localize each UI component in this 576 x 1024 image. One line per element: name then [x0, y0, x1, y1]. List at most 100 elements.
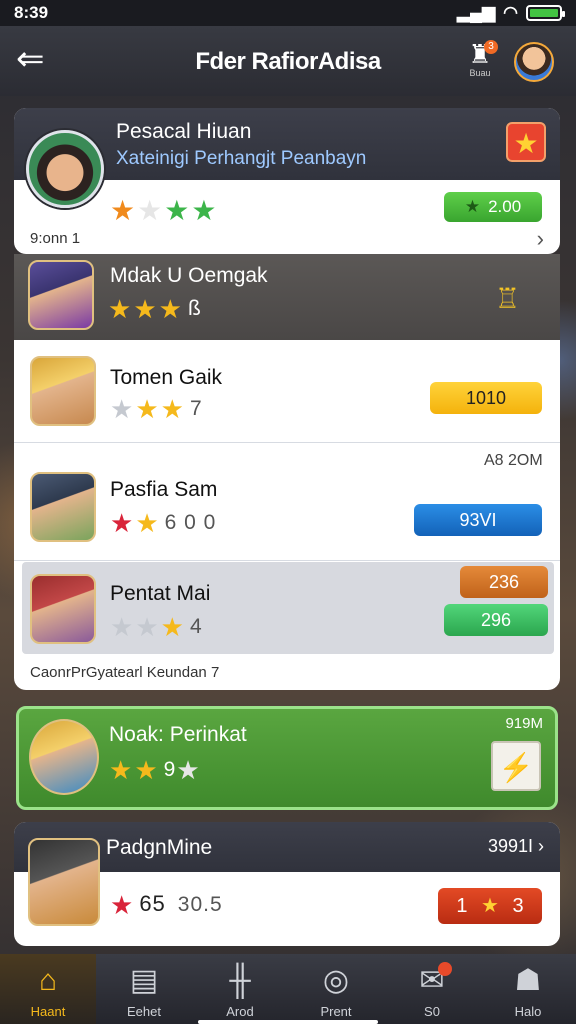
player-avatar: [28, 260, 94, 330]
score-pill[interactable]: 1010: [430, 382, 542, 414]
star-icon: ★: [164, 195, 192, 226]
star-icon: ★: [110, 195, 138, 226]
favorite-star-button[interactable]: ★: [506, 122, 546, 162]
score-pill[interactable]: 1 ★ 3: [438, 888, 542, 924]
player-name: Mdak U Oemgak: [110, 264, 268, 287]
nav-target[interactable]: ◎ Prent: [288, 954, 384, 1024]
star-icon: ★: [481, 895, 499, 917]
lightning-icon[interactable]: ⚡: [491, 741, 541, 791]
rating-number: ß: [187, 297, 202, 320]
star-icon: ★: [133, 294, 159, 324]
list-item-highlighted[interactable]: Pentat Mai ★★★ 4 236 296: [22, 562, 554, 654]
star-icon: ★: [160, 612, 186, 642]
chevron-right-icon[interactable]: ›: [538, 836, 544, 856]
list-item[interactable]: Mdak U Oemgak ★★★ ß ♖: [14, 254, 560, 340]
profile-value-pill[interactable]: ★ 2.00: [444, 192, 542, 222]
player-avatar: [29, 719, 99, 795]
player-rating-stars: ★★ 9★: [109, 755, 202, 786]
star-icon: ★: [110, 612, 136, 642]
user-avatar[interactable]: [514, 42, 554, 82]
star-icon: ★: [135, 508, 161, 538]
notification-badge: 3: [484, 40, 498, 54]
corner-value: 919M: [505, 715, 543, 732]
list-item[interactable]: Tomen Gaik ★★★ 7 1010: [14, 340, 560, 444]
status-bar: 8:39 ▂▄▆ ◠: [0, 0, 576, 26]
star-icon: ★: [158, 294, 184, 324]
status-icons: ▂▄▆ ◠: [456, 3, 565, 23]
star-icon: ★: [191, 195, 219, 226]
nav-shop[interactable]: ▤ Eehet: [96, 954, 192, 1024]
profile-value: 2.00: [488, 197, 522, 216]
nav-home[interactable]: ⌂ Haant: [0, 954, 96, 1024]
profile-card[interactable]: Pesacal Hiuan Xateinigi Perhangjt Peanba…: [14, 108, 560, 254]
chat-icon: ✉: [419, 964, 445, 997]
score-b: 30.5: [177, 893, 223, 916]
nav-profile[interactable]: ☗ Halo: [480, 954, 576, 1024]
pill-left-value: 1: [456, 895, 468, 917]
player-name: Tomen Gaik: [110, 366, 223, 389]
top-header: ⇐ Fder RafiorAdisa ♜ 3 Buau: [0, 26, 576, 96]
star-icon: ★: [108, 294, 134, 324]
star-icon: ★: [135, 394, 161, 424]
home-indicator: [198, 1020, 378, 1024]
selected-player-card[interactable]: Noak: Perinkat ★★ 9★ 919M ⚡: [16, 706, 558, 810]
player-rating-stars: ★★★ 7: [110, 394, 203, 425]
star-icon: ★: [135, 612, 161, 642]
notification-button[interactable]: ♜ 3 Buau: [460, 40, 500, 84]
star-icon: ★: [109, 755, 135, 785]
chevron-right-icon[interactable]: ›: [537, 226, 544, 252]
corner-number: 3991I: [487, 836, 533, 856]
profile-rating-stars: ★★★★: [110, 194, 218, 227]
star-icon: ★: [176, 755, 202, 785]
score-pill[interactable]: 296: [444, 604, 548, 636]
player-avatar: [28, 838, 100, 926]
status-time: 8:39: [14, 3, 49, 22]
player-card[interactable]: PadgnMine 3991I › ★ 65 30.5 1 ★ 3: [14, 822, 560, 946]
player-avatar: [30, 472, 96, 542]
user-icon: ☗: [514, 964, 542, 997]
player-list-card: Tomen Gaik ★★★ 7 1010 A8 2OM Pasfia Sam ★…: [14, 340, 560, 690]
star-icon: ★: [134, 755, 160, 785]
target-icon: ◎: [322, 964, 350, 997]
battery-icon: [526, 5, 565, 21]
score-pill[interactable]: 93VI: [414, 504, 542, 536]
star-icon: ★: [137, 195, 165, 226]
list-item[interactable]: Pasfia Sam ★★ 6 0 0 93VI: [14, 450, 560, 560]
star-icon: ★: [160, 394, 186, 424]
home-icon: ⌂: [38, 964, 58, 997]
player-rating-stars: ★★★ 4: [110, 612, 203, 643]
nav-chat[interactable]: ✉ S0: [384, 954, 480, 1024]
notification-label: Buau: [469, 68, 491, 78]
notification-dot: [438, 962, 452, 976]
nav-tools[interactable]: ╫ Arod: [192, 954, 288, 1024]
player-name: PadgnMine: [106, 836, 213, 859]
player-avatar: [30, 574, 96, 644]
player-score-row: ★ 65 30.5: [110, 890, 223, 921]
shop-icon: ▤: [129, 964, 159, 997]
player-avatar: [30, 356, 96, 426]
player-rating-stars: ★★ 6 0 0: [110, 508, 216, 539]
profile-name: Pesacal Hiuan: [116, 120, 252, 143]
bottom-nav: ⌂ Haant ▤ Eehet ╫ Arod ◎ Prent ✉ S0 ☗ Ha…: [0, 954, 576, 1024]
signal-icon: ▂▄▆: [456, 3, 496, 22]
score-pill[interactable]: 236: [460, 566, 548, 598]
star-icon: ★: [110, 508, 136, 538]
divider: [14, 442, 560, 443]
profile-avatar: [26, 130, 104, 208]
rating-number: 9: [163, 758, 177, 781]
star-icon: ★: [110, 394, 136, 424]
gift-icon[interactable]: ♖: [495, 282, 520, 315]
rating-number: 7: [189, 397, 203, 420]
tools-icon: ╫: [229, 964, 251, 997]
divider: [14, 560, 560, 561]
player-name: Pasfia Sam: [110, 478, 218, 501]
pill-right-value: 3: [512, 895, 524, 917]
star-icon: ★: [110, 890, 136, 920]
list-footer-text: CaonrPrGyatearl Keundan 7: [30, 664, 220, 681]
wifi-icon: ◠: [503, 3, 518, 22]
player-name: Noak: Perinkat: [109, 723, 247, 746]
profile-subtitle: Xateinigi Perhangjt Peanbayn: [116, 148, 367, 169]
rating-number: 4: [189, 615, 203, 638]
corner-value: 3991I ›: [488, 836, 544, 857]
profile-footer-text: 9:onn 1: [30, 230, 81, 247]
